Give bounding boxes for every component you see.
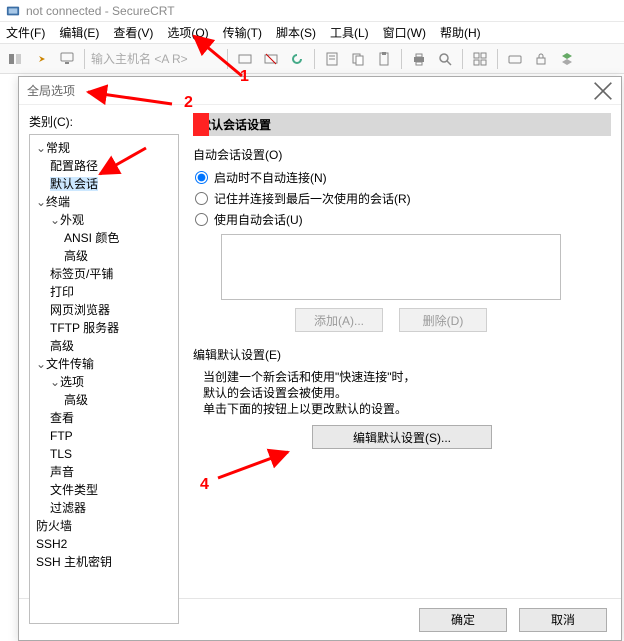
radio-remember-label: 记住并连接到最后一次使用的会话(R) xyxy=(214,190,411,207)
auto-session-label: 自动会话设置(O) xyxy=(193,146,611,163)
tile-icon[interactable] xyxy=(469,48,491,70)
edit-default-description: 当创建一个新会话和使用"快速连接"时， 默认的会话设置会被使用。 单击下面的按钮… xyxy=(203,369,611,417)
global-options-dialog: 全局选项 类别(C): ⌄常规 配置路径 默认会话 ⌄终端 ⌄外 xyxy=(18,76,622,641)
radio-no-auto-input[interactable] xyxy=(195,171,208,184)
ok-button[interactable]: 确定 xyxy=(419,608,507,632)
desc-line-3: 单击下面的按钮上以更改默认的设置。 xyxy=(203,401,611,417)
tree-general[interactable]: ⌄常规 配置路径 默认会话 xyxy=(36,139,176,193)
tree-ssh-host-keys[interactable]: SSH 主机密钥 xyxy=(36,553,176,571)
separator xyxy=(84,49,85,69)
categories-tree[interactable]: ⌄常规 配置路径 默认会话 ⌄终端 ⌄外观 ANSI 颜色 高级 xyxy=(29,134,179,624)
tree-tftp-server[interactable]: TFTP 服务器 xyxy=(50,319,176,337)
radio-no-auto-label: 启动时不自动连接(N) xyxy=(214,169,327,186)
tree-tabs[interactable]: 标签页/平铺 xyxy=(50,265,176,283)
titlebar: not connected - SecureCRT xyxy=(0,0,624,22)
desc-line-1: 当创建一个新会话和使用"快速连接"时， xyxy=(203,369,611,385)
radio-use-auto-session[interactable]: 使用自动会话(U) xyxy=(195,211,611,228)
auto-session-listbox[interactable] xyxy=(221,234,561,300)
print-icon[interactable] xyxy=(408,48,430,70)
tree-view[interactable]: 查看 xyxy=(50,409,176,427)
host-input[interactable]: 输入主机名 <A R> xyxy=(91,50,221,67)
section-title-text: 默认会话设置 xyxy=(199,118,271,132)
toolbar: 输入主机名 <A R> xyxy=(0,44,624,74)
keymap-icon[interactable] xyxy=(504,48,526,70)
tree-tls[interactable]: TLS xyxy=(50,445,176,463)
tree-print[interactable]: 打印 xyxy=(50,283,176,301)
menubar: 文件(F) 编辑(E) 查看(V) 选项(O) 传输(T) 脚本(S) 工具(L… xyxy=(0,22,624,44)
edit-default-settings-button[interactable]: 编辑默认设置(S)... xyxy=(312,425,492,449)
menu-window[interactable]: 窗口(W) xyxy=(383,24,426,41)
tree-sound[interactable]: 声音 xyxy=(50,463,176,481)
copy-icon[interactable] xyxy=(347,48,369,70)
tree-web-browser[interactable]: 网页浏览器 xyxy=(50,301,176,319)
connect-icon[interactable] xyxy=(56,48,78,70)
menu-view[interactable]: 查看(V) xyxy=(113,24,153,41)
tree-advanced-3[interactable]: 高级 xyxy=(64,391,176,409)
tree-ssh2[interactable]: SSH2 xyxy=(36,535,176,553)
menu-file[interactable]: 文件(F) xyxy=(6,24,45,41)
radio-remember-last[interactable]: 记住并连接到最后一次使用的会话(R) xyxy=(195,190,611,207)
host-placeholder: 输入主机名 <A R> xyxy=(91,50,188,67)
refresh-icon[interactable] xyxy=(286,48,308,70)
app-icon xyxy=(6,4,20,18)
separator xyxy=(401,49,402,69)
tree-file-types[interactable]: 文件类型 xyxy=(50,481,176,499)
dialog-title: 全局选项 xyxy=(27,82,75,99)
close-icon[interactable] xyxy=(593,81,613,101)
tree-appearance[interactable]: ⌄外观 ANSI 颜色 高级 xyxy=(50,211,176,265)
radio-use-auto-input[interactable] xyxy=(195,213,208,226)
categories-label: 类别(C): xyxy=(29,113,179,130)
tree-options[interactable]: ⌄选项 高级 xyxy=(50,373,176,409)
properties-icon[interactable] xyxy=(321,48,343,70)
delete-button[interactable]: 删除(D) xyxy=(399,308,487,332)
tree-advanced-2[interactable]: 高级 xyxy=(50,337,176,355)
radio-no-auto-connect[interactable]: 启动时不自动连接(N) xyxy=(195,169,611,186)
categories-panel: 类别(C): ⌄常规 配置路径 默认会话 ⌄终端 ⌄外观 ANSI 颜色 xyxy=(19,105,185,598)
radio-use-auto-label: 使用自动会话(U) xyxy=(214,211,303,228)
menu-help[interactable]: 帮助(H) xyxy=(440,24,481,41)
menu-options[interactable]: 选项(O) xyxy=(167,24,208,41)
tree-file-transfer[interactable]: ⌄文件传输 ⌄选项 高级 查看 FTP TLS 声音 文件类型 xyxy=(36,355,176,517)
find-icon[interactable] xyxy=(434,48,456,70)
menu-edit[interactable]: 编辑(E) xyxy=(59,24,99,41)
highlight-marker xyxy=(193,113,209,136)
cancel-button[interactable]: 取消 xyxy=(519,608,607,632)
radio-remember-input[interactable] xyxy=(195,192,208,205)
tree-advanced[interactable]: 高级 xyxy=(64,247,176,265)
edit-default-label: 编辑默认设置(E) xyxy=(193,346,611,363)
menu-tools[interactable]: 工具(L) xyxy=(330,24,369,41)
separator xyxy=(314,49,315,69)
content-panel: 默认会话设置 自动会话设置(O) 启动时不自动连接(N) 记住并连接到最后一次使… xyxy=(185,105,621,598)
tree-default-session[interactable]: 默认会话 xyxy=(50,175,176,193)
tree-firewall[interactable]: 防火墙 xyxy=(36,517,176,535)
tree-filter[interactable]: 过滤器 xyxy=(50,499,176,517)
menu-transfer[interactable]: 传输(T) xyxy=(223,24,262,41)
separator xyxy=(497,49,498,69)
disconnect-icon[interactable] xyxy=(260,48,282,70)
tree-config-path[interactable]: 配置路径 xyxy=(50,157,176,175)
window-title: not connected - SecureCRT xyxy=(26,4,175,18)
separator xyxy=(462,49,463,69)
tree-terminal[interactable]: ⌄终端 ⌄外观 ANSI 颜色 高级 标签页/平铺 打印 网页浏览器 xyxy=(36,193,176,355)
transfer-icon[interactable] xyxy=(556,48,578,70)
desc-line-2: 默认的会话设置会被使用。 xyxy=(203,385,611,401)
separator xyxy=(227,49,228,69)
tree-ftp[interactable]: FTP xyxy=(50,427,176,445)
quick-connect-icon[interactable] xyxy=(30,48,52,70)
menu-script[interactable]: 脚本(S) xyxy=(276,24,316,41)
tree-ansi-color[interactable]: ANSI 颜色 xyxy=(64,229,176,247)
paste-icon[interactable] xyxy=(373,48,395,70)
reconnect-icon[interactable] xyxy=(234,48,256,70)
session-manager-icon[interactable] xyxy=(4,48,26,70)
lock-icon[interactable] xyxy=(530,48,552,70)
section-header: 默认会话设置 xyxy=(193,113,611,136)
dialog-titlebar: 全局选项 xyxy=(19,77,621,105)
add-button[interactable]: 添加(A)... xyxy=(295,308,383,332)
